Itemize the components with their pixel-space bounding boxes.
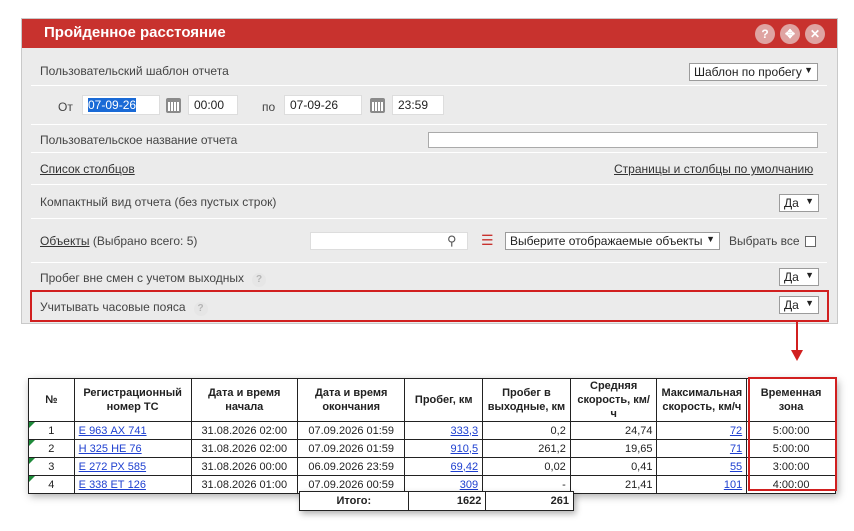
offshift-label: Пробег вне смен с учетом выходных? — [40, 271, 266, 287]
col-header: Пробег, км — [404, 378, 484, 422]
objects-link[interactable]: Объекты — [40, 234, 90, 248]
col-header: № — [28, 378, 75, 422]
plate-link[interactable]: Н 325 НЕ 76 — [79, 443, 142, 455]
from-date-input[interactable]: 07-09-26 — [82, 95, 160, 115]
defaults-link[interactable]: Страницы и столбцы по умолчанию — [614, 162, 813, 176]
plate-link[interactable]: Е 272 РХ 585 — [79, 461, 146, 473]
mileage-link[interactable]: 69,42 — [451, 461, 479, 473]
mileage-link[interactable]: 309 — [460, 479, 478, 491]
template-row: Пользовательский шаблон отчета Шаблон по… — [31, 55, 827, 86]
select-all-checkbox[interactable] — [805, 236, 816, 247]
plate-link[interactable]: Е 338 ЕТ 126 — [79, 479, 146, 491]
max-speed-link[interactable]: 101 — [724, 479, 742, 491]
avg-speed-cell: 21,41 — [569, 475, 658, 494]
totals-row: Итого: 1622 261 — [299, 491, 574, 511]
weekend-cell: 0,2 — [482, 421, 571, 440]
objects-label: Объекты (Выбрано всего: 5) — [40, 234, 197, 248]
report-table-panel: № Регистрационный номер ТС Дата и время … — [28, 378, 836, 494]
mileage-link[interactable]: 910,5 — [451, 443, 479, 455]
start-cell: 31.08.2026 01:00 — [190, 475, 298, 494]
help-icon[interactable]: ? — [252, 273, 266, 287]
chevron-down-icon: ▼ — [805, 270, 814, 280]
end-cell: 07.09.2026 01:59 — [296, 439, 406, 458]
period-row: От 07-09-26 00:00 по 07-09-26 23:59 — [31, 86, 827, 125]
col-header: Максимальная скорость, км/ч — [656, 378, 748, 422]
objects-select[interactable]: Выберите отображаемые объекты ▼ — [505, 232, 720, 250]
calendar-icon[interactable] — [370, 98, 385, 113]
report-name-input[interactable] — [428, 132, 818, 148]
to-label: по — [262, 100, 276, 114]
template-label: Пользовательский шаблон отчета — [40, 64, 229, 78]
row-number: 1 — [28, 421, 75, 440]
calendar-icon[interactable] — [166, 98, 181, 113]
expand-icon[interactable]: ✥ — [780, 24, 800, 44]
totals-weekend: 261 — [485, 491, 574, 511]
avg-speed-cell: 19,65 — [569, 439, 658, 458]
compact-label: Компактный вид отчета (без пустых строк) — [40, 195, 277, 209]
compact-select[interactable]: Да ▼ — [779, 194, 819, 212]
report-dialog: Пройденное расстояние ? ✥ ✕ Пользователь… — [21, 18, 838, 324]
weekend-cell: 0,02 — [482, 457, 571, 476]
to-time-input[interactable]: 23:59 — [392, 95, 444, 115]
objects-search-input[interactable] — [310, 232, 468, 250]
name-row: Пользовательское название отчета — [31, 125, 827, 153]
compact-row: Компактный вид отчета (без пустых строк)… — [31, 185, 827, 219]
dialog-title: Пройденное расстояние — [44, 24, 226, 41]
objects-row: Объекты (Выбрано всего: 5) ⚲ ☰ Выберите … — [31, 219, 827, 263]
col-header: Средняя скорость, км/ч — [569, 378, 658, 422]
row-number: 2 — [28, 439, 75, 458]
max-speed-link[interactable]: 72 — [730, 425, 742, 437]
timezone-column-highlight — [748, 377, 837, 491]
to-date-input[interactable]: 07-09-26 — [284, 95, 362, 115]
columns-row: Список столбцов Страницы и столбцы по ум… — [31, 153, 827, 185]
chevron-down-icon: ▼ — [805, 196, 814, 206]
select-all-label: Выбрать все — [729, 234, 800, 248]
totals-mileage: 1622 — [407, 491, 487, 511]
chevron-down-icon: ▼ — [804, 65, 813, 75]
avg-speed-cell: 0,41 — [569, 457, 658, 476]
arrow-down-icon — [791, 350, 803, 361]
close-icon[interactable]: ✕ — [805, 24, 825, 44]
offshift-row: Пробег вне смен с учетом выходных? Да ▼ — [31, 263, 827, 291]
end-cell: 07.09.2026 01:59 — [296, 421, 406, 440]
col-header: Пробег в выходные, км — [482, 378, 571, 422]
search-icon[interactable]: ⚲ — [447, 233, 457, 249]
from-time-input[interactable]: 00:00 — [188, 95, 238, 115]
columns-link[interactable]: Список столбцов — [40, 162, 135, 176]
dialog-titlebar: Пройденное расстояние ? ✥ ✕ — [22, 19, 837, 48]
row-number: 3 — [28, 457, 75, 476]
mileage-link[interactable]: 333,3 — [451, 425, 479, 437]
name-label: Пользовательское название отчета — [40, 133, 238, 147]
table-row: 1 Е 963 АХ 741 31.08.2026 02:00 07.09.20… — [28, 421, 836, 440]
callout-arrow — [796, 322, 798, 352]
timezones-highlight — [30, 290, 829, 322]
offshift-select[interactable]: Да ▼ — [779, 268, 819, 286]
max-speed-link[interactable]: 71 — [730, 443, 742, 455]
max-speed-link[interactable]: 55 — [730, 461, 742, 473]
totals-label: Итого: — [299, 491, 409, 511]
col-header: Регистрационный номер ТС — [73, 378, 192, 422]
list-icon[interactable]: ☰ — [481, 232, 494, 249]
plate-link[interactable]: Е 963 АХ 741 — [79, 425, 147, 437]
objects-selected-count: (Выбрано всего: 5) — [92, 234, 198, 248]
end-cell: 06.09.2026 23:59 — [296, 457, 406, 476]
question-icon[interactable]: ? — [755, 24, 775, 44]
table-row: 3 Е 272 РХ 585 31.08.2026 00:00 06.09.20… — [28, 457, 836, 476]
start-cell: 31.08.2026 00:00 — [190, 457, 298, 476]
table-header-row: № Регистрационный номер ТС Дата и время … — [28, 378, 836, 422]
avg-speed-cell: 24,74 — [569, 421, 658, 440]
template-select[interactable]: Шаблон по пробегу ▼ — [689, 63, 818, 81]
row-number: 4 — [28, 475, 75, 494]
col-header: Дата и время начала — [190, 378, 298, 422]
table-row: 2 Н 325 НЕ 76 31.08.2026 02:00 07.09.202… — [28, 439, 836, 458]
from-label: От — [58, 100, 73, 114]
col-header: Дата и время окончания — [296, 378, 406, 422]
start-cell: 31.08.2026 02:00 — [190, 439, 298, 458]
weekend-cell: 261,2 — [482, 439, 571, 458]
report-table: № Регистрационный номер ТС Дата и время … — [28, 378, 836, 494]
chevron-down-icon: ▼ — [706, 234, 715, 244]
start-cell: 31.08.2026 02:00 — [190, 421, 298, 440]
